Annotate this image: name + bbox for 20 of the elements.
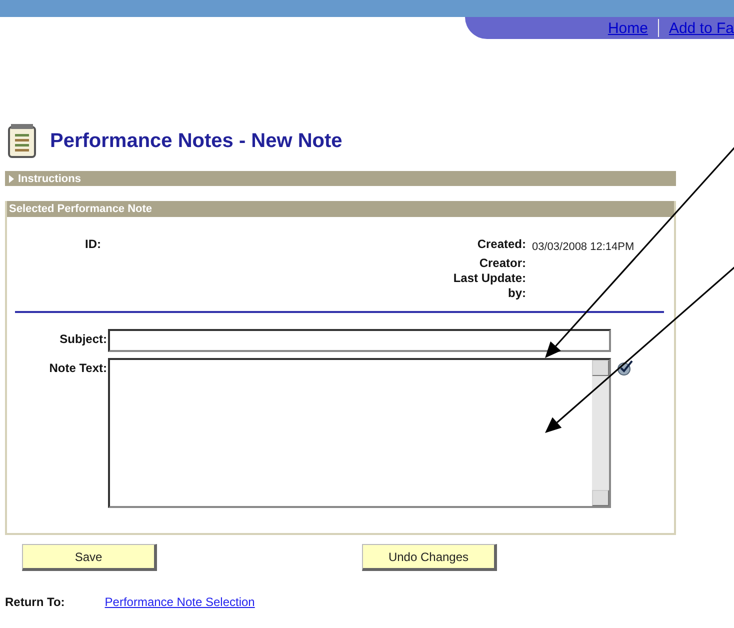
info-label: Created:: [476, 237, 526, 253]
instructions-label: Instructions: [18, 172, 81, 184]
notepad-icon: [8, 124, 36, 158]
note-text-field[interactable]: [108, 358, 611, 508]
scrollbar[interactable]: [592, 360, 609, 506]
id-label: ID:: [85, 237, 101, 253]
info-value: 03/03/2008 12:14PM: [532, 241, 634, 253]
return-label: Return To:: [5, 595, 65, 609]
page-title: Performance Notes - New Note: [50, 130, 342, 152]
undo-button[interactable]: Undo Changes: [362, 544, 497, 571]
info-label: by:: [507, 286, 526, 300]
subject-field[interactable]: [108, 329, 611, 352]
spellcheck-icon[interactable]: [617, 360, 633, 376]
subject-label: Subject:: [58, 332, 107, 346]
return-link[interactable]: Performance Note Selection: [104, 595, 255, 609]
save-button[interactable]: Save: [22, 544, 157, 571]
note-text-label: Note Text:: [48, 361, 107, 375]
panel-title: Selected Performance Note: [7, 201, 674, 217]
info-label: Last Update:: [453, 271, 526, 285]
info-label: Creator:: [478, 256, 526, 270]
